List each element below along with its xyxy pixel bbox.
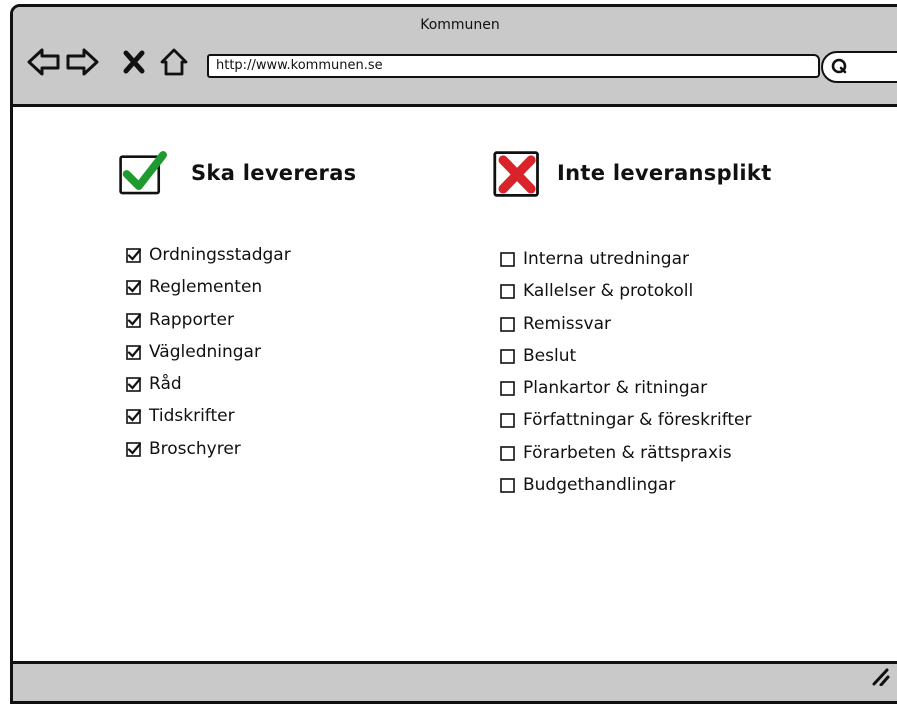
list-item-label: Förarbeten & rättspraxis (523, 442, 732, 463)
home-icon[interactable] (159, 47, 189, 77)
list-item[interactable]: Vägledningar (126, 342, 291, 374)
list-item[interactable]: Tidskrifter (126, 406, 291, 438)
checked-checkbox-icon[interactable] (126, 441, 141, 457)
not-required-list: Interna utredningar Kallelser & protokol… (500, 249, 752, 507)
list-item[interactable]: Broschyrer (126, 439, 291, 471)
list-item[interactable]: Rapporter (126, 310, 291, 342)
list-item-label: Reglementen (149, 277, 263, 298)
not-required-title: Inte leveransplikt (557, 161, 772, 185)
checkmark-icon (119, 151, 167, 195)
search-input[interactable] (821, 51, 897, 83)
list-item-label: Budgethandlingar (523, 475, 676, 496)
unchecked-checkbox-icon[interactable] (500, 445, 515, 461)
window-title: Kommunen (420, 17, 500, 33)
list-item[interactable]: Interna utredningar (500, 249, 752, 281)
list-item[interactable]: Kallelser & protokoll (500, 281, 752, 313)
list-item[interactable]: Remissvar (500, 314, 752, 346)
list-item-label: Vägledningar (149, 341, 261, 362)
list-item[interactable]: Beslut (500, 346, 752, 378)
checked-checkbox-icon[interactable] (126, 377, 141, 392)
list-item-label: Ordningsstadgar (149, 245, 291, 265)
list-item-label: Plankartor & ritningar (523, 378, 708, 399)
checked-checkbox-icon[interactable] (126, 345, 141, 360)
list-item[interactable]: Råd (126, 374, 291, 406)
list-item[interactable]: Plankartor & ritningar (500, 378, 752, 410)
list-item-label: Broschyrer (149, 438, 241, 459)
checked-checkbox-icon[interactable] (126, 280, 141, 296)
unchecked-checkbox-icon[interactable] (500, 381, 515, 396)
list-item-label: Kallelser & protokoll (523, 281, 694, 302)
deliver-list: Ordningsstadgar Reglementen Rapporter Vä… (126, 245, 291, 471)
deliver-title: Ska levereras (191, 161, 357, 185)
list-item[interactable]: Ordningsstadgar (126, 245, 291, 277)
back-arrow-icon[interactable] (27, 47, 61, 77)
status-bar (13, 661, 897, 701)
list-item[interactable]: Förarbeten & rättspraxis (500, 443, 752, 475)
list-item-label: Beslut (523, 345, 577, 366)
browser-toolbar: Kommunen http://www.kommunen.se (13, 7, 897, 107)
list-item-label: Råd (149, 374, 182, 395)
checked-checkbox-icon[interactable] (126, 409, 141, 425)
list-item-label: Författningar & föreskrifter (523, 410, 752, 431)
search-icon (831, 58, 847, 74)
list-item-label: Tidskrifter (149, 406, 235, 427)
unchecked-checkbox-icon[interactable] (500, 284, 515, 300)
list-item-label: Remissvar (523, 313, 611, 334)
forward-arrow-icon[interactable] (65, 47, 99, 77)
url-input[interactable]: http://www.kommunen.se (207, 54, 820, 78)
unchecked-checkbox-icon[interactable] (500, 252, 515, 267)
checked-checkbox-icon[interactable] (126, 312, 141, 328)
unchecked-checkbox-icon[interactable] (500, 349, 515, 364)
checked-checkbox-icon[interactable] (126, 248, 141, 263)
list-item-label: Rapporter (149, 309, 234, 330)
unchecked-checkbox-icon[interactable] (500, 478, 515, 493)
unchecked-checkbox-icon[interactable] (500, 413, 515, 429)
list-item[interactable]: Reglementen (126, 277, 291, 309)
list-item-label: Interna utredningar (523, 249, 689, 269)
close-icon[interactable] (123, 47, 145, 77)
list-item[interactable]: Författningar & föreskrifter (500, 410, 752, 442)
red-x-icon (493, 151, 539, 197)
unchecked-checkbox-icon[interactable] (500, 316, 515, 332)
resize-grip-icon[interactable] (870, 664, 890, 686)
list-item[interactable]: Budgethandlingar (500, 475, 752, 507)
